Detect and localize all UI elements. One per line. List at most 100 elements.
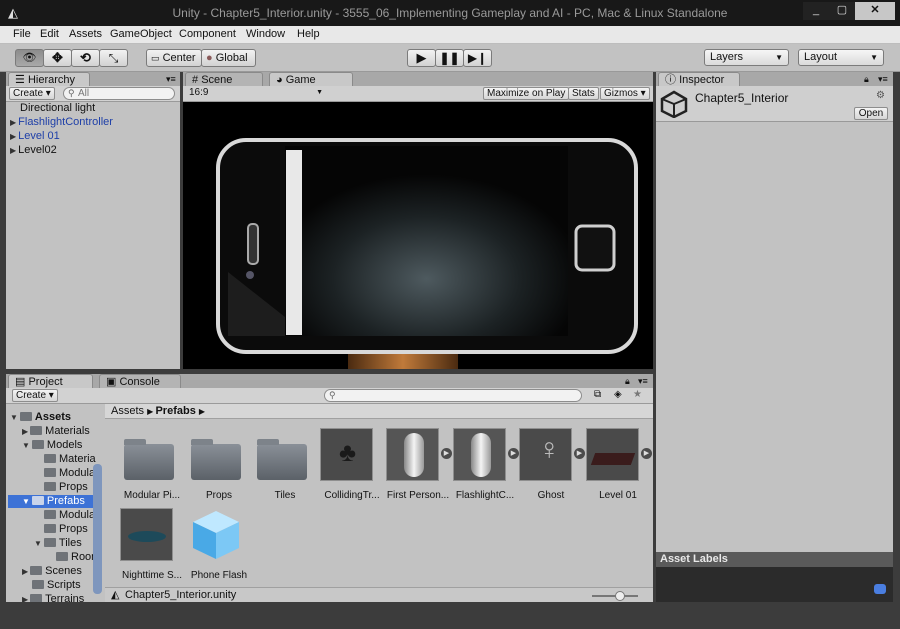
tree-item-prefabs-modular[interactable]: Modula xyxy=(44,509,95,522)
tab-scene[interactable]: # Scene xyxy=(185,72,263,86)
expand-arrow-icon[interactable]: ▶ xyxy=(22,567,28,576)
expand-arrow-icon[interactable]: ▼ xyxy=(22,441,30,450)
project-footer: ◭ Chapter5_Interior.unity xyxy=(105,587,653,602)
menu-gameobject[interactable]: GameObject xyxy=(110,28,172,40)
expand-prefab-icon[interactable]: ▶ xyxy=(508,448,519,459)
tree-scrollbar[interactable] xyxy=(93,464,102,594)
menu-component[interactable]: Component xyxy=(179,28,236,40)
menu-file[interactable]: File xyxy=(13,28,31,40)
tree-item-terrains[interactable]: ▶ Terrains xyxy=(22,593,84,602)
menu-help[interactable]: Help xyxy=(297,28,320,40)
lock-icon[interactable]: 🔒︎ xyxy=(864,74,869,85)
tab-inspector[interactable]: ⓘ Inspector xyxy=(658,72,740,86)
tree-item-models[interactable]: ▼ Models xyxy=(22,439,82,452)
expand-arrow-icon[interactable]: ▶ xyxy=(10,146,16,155)
hierarchy-item-level-01[interactable]: ▶ Level 01 xyxy=(10,130,60,142)
inspector-panel: Chapter5_Interior ⚙ Open xyxy=(656,86,893,552)
hierarchy-search-input[interactable]: All xyxy=(63,87,175,100)
tree-item-prefabs-props[interactable]: Props xyxy=(44,523,88,536)
folder-icon xyxy=(30,566,43,575)
expand-arrow-icon[interactable]: ▼ xyxy=(22,497,30,506)
close-button[interactable]: ✕ xyxy=(855,2,895,20)
scale-tool-button[interactable]: ⤡ xyxy=(99,49,128,67)
scene-tabrow: # Scene ◕ Game xyxy=(183,72,653,86)
filter-type-icon[interactable]: ⧉ xyxy=(594,389,601,400)
maximize-button[interactable]: ▢ xyxy=(829,2,855,20)
project-strip: Create ▾ ⚲ ⧉ ◈ ★ xyxy=(6,388,653,404)
view-tool-button[interactable]: 👁 xyxy=(15,49,44,67)
tab-project[interactable]: ▤ Project xyxy=(8,374,93,388)
tree-item-models-props[interactable]: Props xyxy=(44,481,88,494)
expand-arrow-icon[interactable]: ▶ xyxy=(22,595,28,602)
expand-arrow-icon[interactable]: ▼ xyxy=(34,539,42,548)
label-tag-icon[interactable] xyxy=(874,584,886,594)
capsule-icon xyxy=(404,433,424,477)
stats-toggle[interactable]: Stats xyxy=(568,87,599,100)
hierarchy-item-level02[interactable]: ▶ Level02 xyxy=(10,144,57,156)
pivot-toggle-button[interactable]: ▭ Center xyxy=(146,49,202,67)
panel-menu-icon[interactable]: ▾≡ xyxy=(166,74,176,85)
menu-assets[interactable]: Assets xyxy=(69,28,102,40)
move-tool-button[interactable]: ✥ xyxy=(43,49,72,67)
game-render-canvas[interactable] xyxy=(183,102,653,369)
tree-item-models-materials[interactable]: Materia xyxy=(44,453,96,466)
minimize-button[interactable]: _ xyxy=(803,2,829,20)
hierarchy-item-directional-light[interactable]: Directional light xyxy=(20,102,95,114)
space-toggle-button[interactable]: ● Global xyxy=(201,49,256,67)
folder-icon xyxy=(30,426,43,435)
folder-icon xyxy=(44,454,56,463)
tree-item-models-modular[interactable]: Modula xyxy=(44,467,95,480)
breadcrumb-assets[interactable]: Assets xyxy=(111,405,144,417)
hierarchy-create-button[interactable]: Create ▾ xyxy=(9,87,55,100)
tree-item-materials[interactable]: ▶ Materials xyxy=(22,425,90,438)
expand-arrow-icon[interactable]: ▶ xyxy=(10,118,16,127)
maximize-label: Maximize on Play xyxy=(487,88,566,99)
tree-item-tiles-room[interactable]: Roor xyxy=(56,551,95,564)
rotate-tool-button[interactable]: ⟲ xyxy=(71,49,100,67)
tree-item-scenes[interactable]: ▶ Scenes xyxy=(22,565,82,578)
tab-hierarchy[interactable]: ☰ Hierarchy xyxy=(8,72,90,86)
open-button[interactable]: Open xyxy=(854,107,888,120)
expand-arrow-icon[interactable]: ▼ xyxy=(10,413,18,422)
layers-dropdown[interactable]: Layers ▼ xyxy=(704,49,789,66)
step-button[interactable]: ▶❙ xyxy=(463,49,492,67)
pause-button[interactable]: ❚❚ xyxy=(435,49,464,67)
folder-icon xyxy=(44,510,56,519)
aspect-dropdown[interactable]: 16:9 ▼ xyxy=(186,87,326,100)
layout-dropdown[interactable]: Layout ▼ xyxy=(798,49,884,66)
zoom-slider-handle[interactable] xyxy=(615,591,625,601)
breadcrumb-prefabs[interactable]: Prefabs xyxy=(155,405,195,417)
filter-label-icon[interactable]: ◈ xyxy=(614,389,622,400)
chevron-down-icon: ▼ xyxy=(316,89,323,96)
lock-icon[interactable]: 🔒︎ xyxy=(625,376,630,387)
tree-item-label: Tiles xyxy=(58,537,82,549)
expand-prefab-icon[interactable]: ▶ xyxy=(641,448,652,459)
tab-console[interactable]: ▣ Console xyxy=(99,374,181,388)
favorite-star-icon[interactable]: ★ xyxy=(633,389,642,400)
folder-icon xyxy=(31,496,44,505)
expand-prefab-icon[interactable]: ▶ xyxy=(574,448,585,459)
tree-item-scripts[interactable]: Scripts xyxy=(32,579,81,592)
asset-labels-panel: Asset Labels xyxy=(656,552,893,602)
expand-arrow-icon[interactable]: ▶ xyxy=(10,132,16,141)
hierarchy-item-flashlight-controller[interactable]: ▶ FlashlightController xyxy=(10,116,113,128)
tree-item-assets[interactable]: ▼ Assets xyxy=(10,411,71,424)
project-search-input[interactable] xyxy=(324,389,582,402)
maximize-on-play-toggle[interactable]: Maximize on Play xyxy=(483,87,570,100)
folder-icon xyxy=(44,468,56,477)
tree-item-prefabs[interactable]: ▼ Prefabs xyxy=(8,495,94,508)
tree-item-prefabs-tiles[interactable]: ▼ Tiles xyxy=(34,537,82,550)
expand-arrow-icon[interactable]: ▶ xyxy=(22,427,28,436)
menu-edit[interactable]: Edit xyxy=(40,28,59,40)
panel-menu-icon[interactable]: ▾≡ xyxy=(638,376,648,387)
play-button[interactable]: ▶ xyxy=(407,49,436,67)
tab-game[interactable]: ◕ Game xyxy=(269,72,353,86)
menu-window[interactable]: Window xyxy=(246,28,285,40)
console-tab-label: Console xyxy=(119,376,160,388)
project-create-button[interactable]: Create ▾ xyxy=(12,389,58,402)
gear-icon[interactable]: ⚙ xyxy=(876,90,885,101)
expand-prefab-icon[interactable]: ▶ xyxy=(441,448,452,459)
breadcrumb: Assets ▶ Prefabs ▶ xyxy=(105,404,653,419)
gizmos-dropdown[interactable]: Gizmos ▾ xyxy=(600,87,650,100)
panel-menu-icon[interactable]: ▾≡ xyxy=(878,74,888,85)
